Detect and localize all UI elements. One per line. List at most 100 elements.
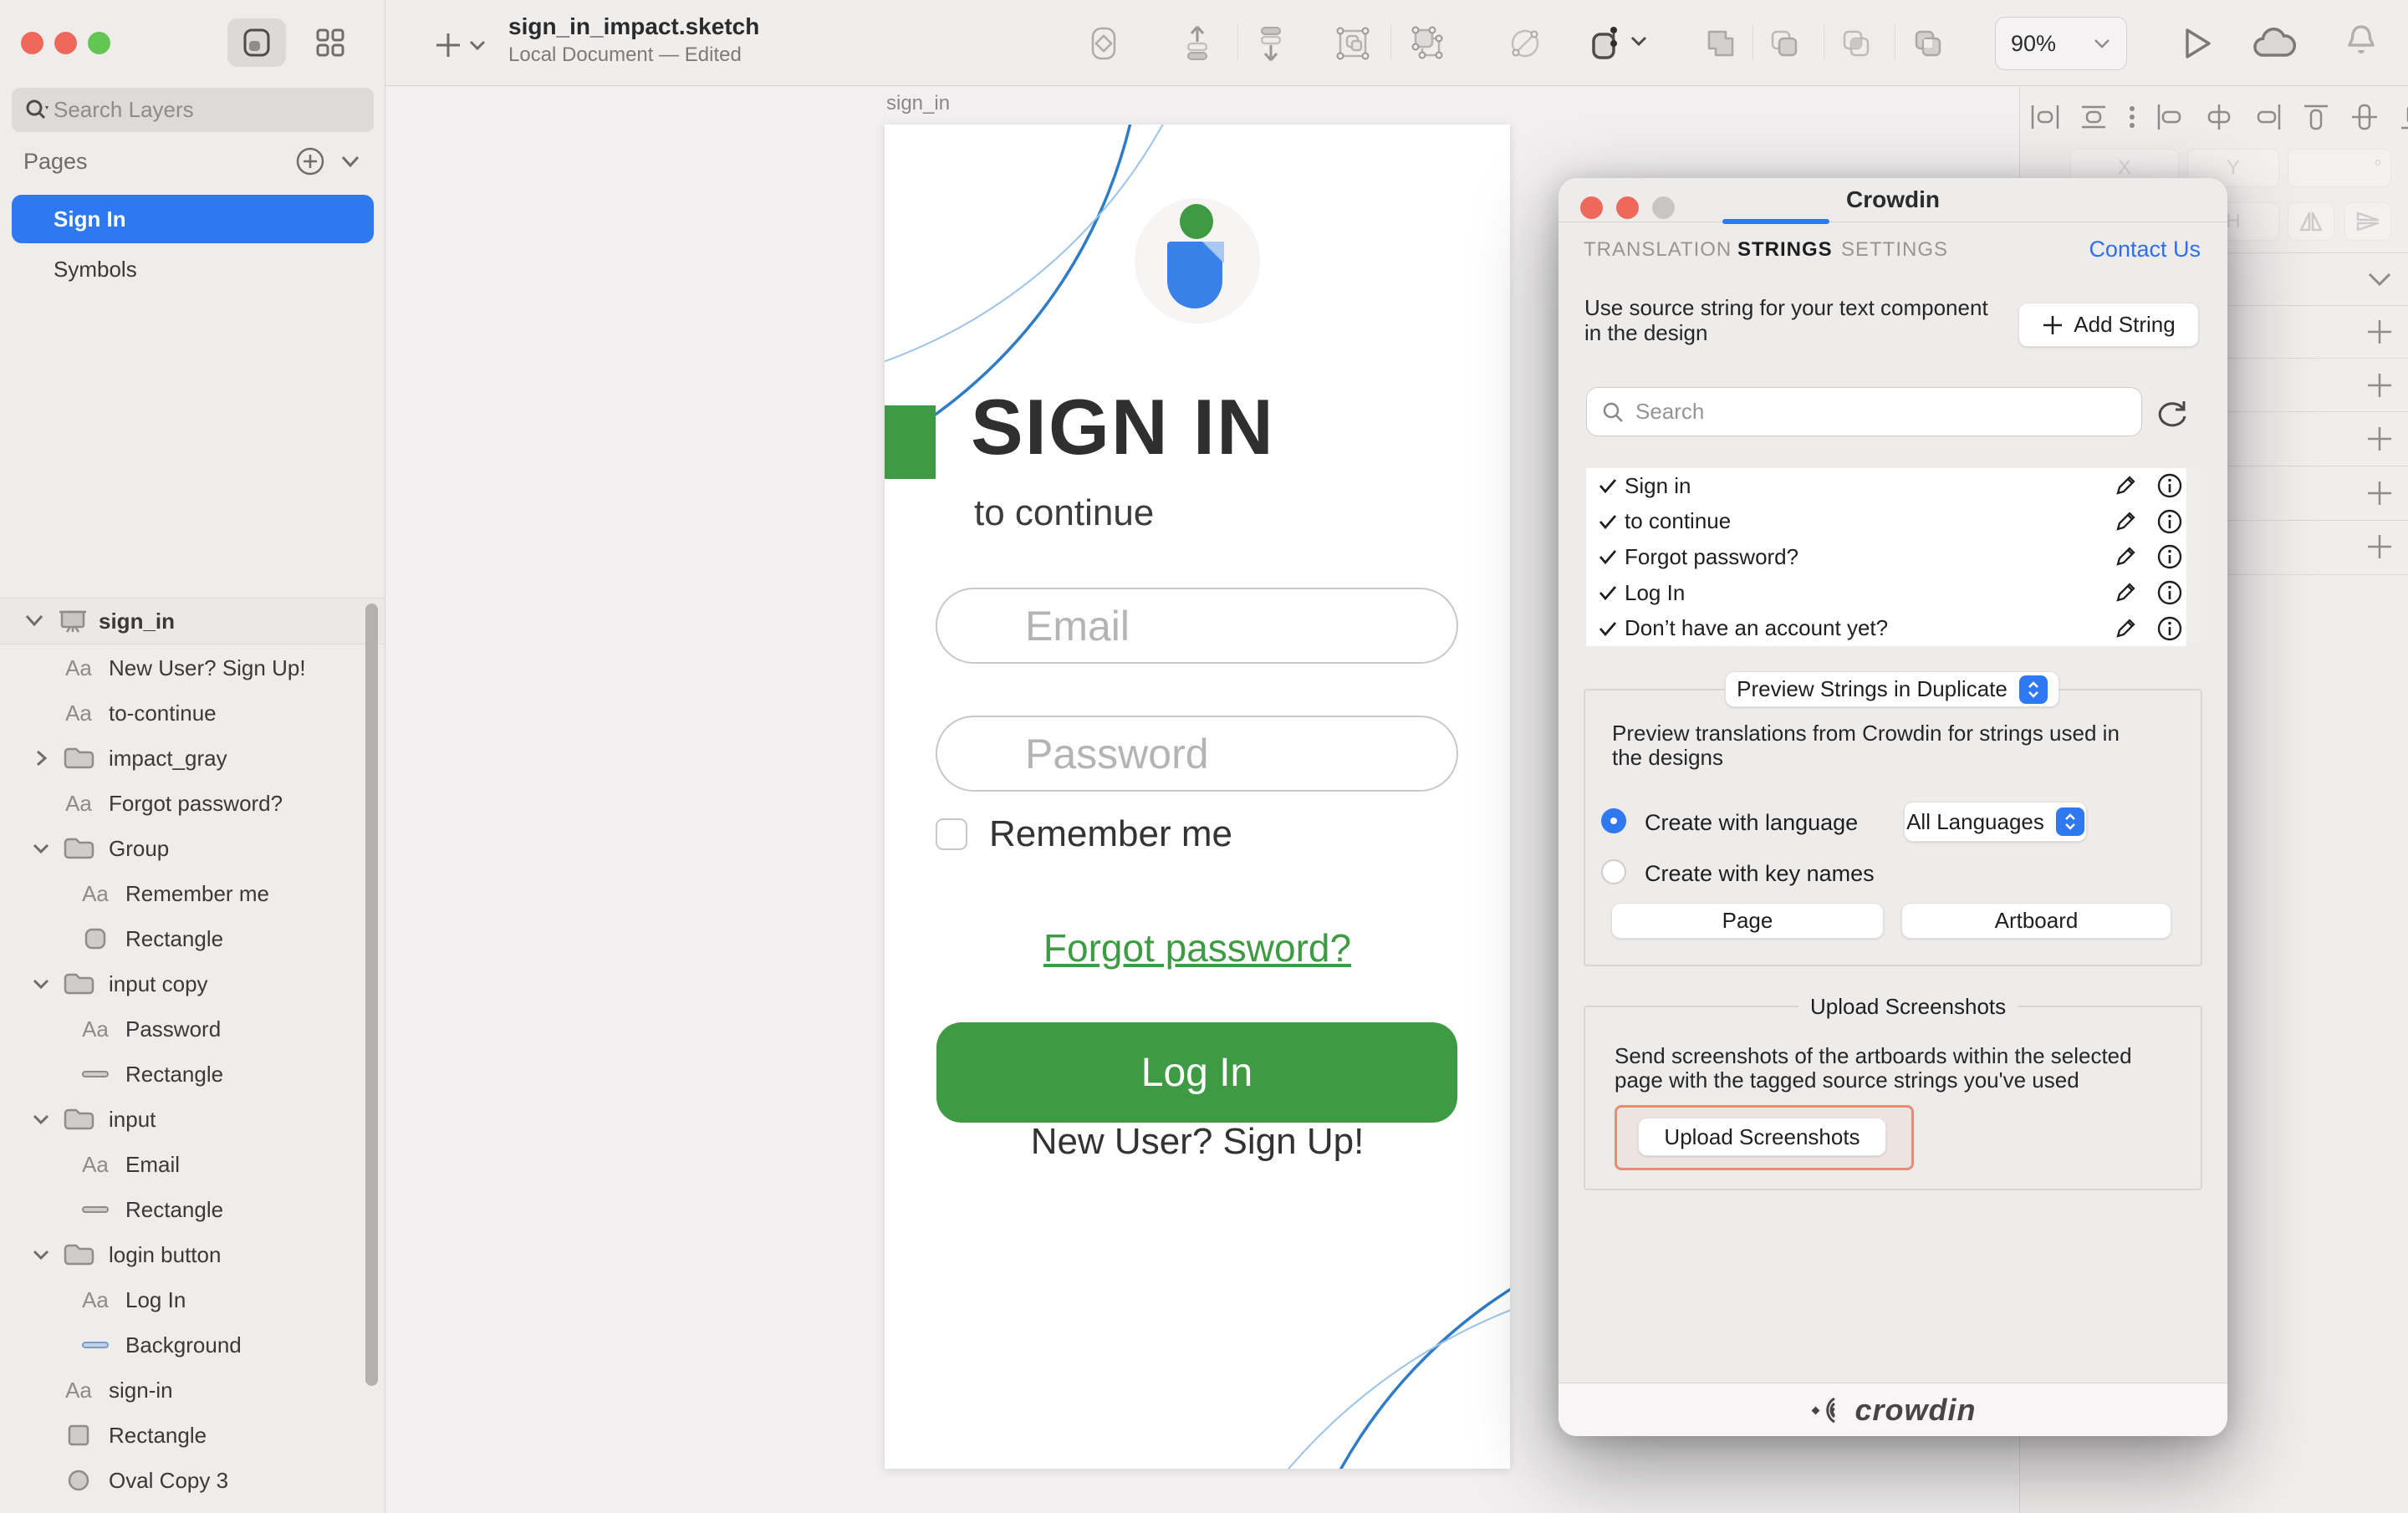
edit-pencil-icon[interactable]: [2113, 616, 2138, 641]
add-fill-button[interactable]: [2365, 370, 2395, 400]
flip-vertical-button[interactable]: [2344, 202, 2391, 241]
align-left-icon[interactable]: [2152, 102, 2189, 132]
layer-search-field[interactable]: [12, 88, 374, 132]
add-shadow-button[interactable]: [2365, 478, 2395, 508]
log-in-button[interactable]: Log In: [936, 1022, 1457, 1123]
boolean-difference-button[interactable]: [1908, 23, 1948, 64]
language-select[interactable]: All Languages: [1904, 802, 2087, 842]
edit-shape-chevron-icon[interactable]: [1629, 33, 1649, 48]
layer-row[interactable]: AaEmail: [0, 1142, 368, 1187]
string-row[interactable]: Forgot password?: [1586, 539, 2201, 575]
layer-row[interactable]: login button: [0, 1232, 368, 1277]
string-row[interactable]: Sign in: [1586, 468, 2201, 504]
align-top-icon[interactable]: [2298, 102, 2334, 132]
collapse-section-chevron-icon[interactable]: [2363, 269, 2396, 291]
page-button[interactable]: Page: [1611, 903, 1884, 939]
group-button[interactable]: [1333, 23, 1373, 64]
create-with-key-names-radio[interactable]: [1601, 859, 1626, 884]
bring-forward-button[interactable]: [1177, 23, 1217, 64]
refresh-icon[interactable]: [2155, 397, 2190, 430]
artboard-title-label[interactable]: sign_in: [886, 92, 950, 115]
artboard-sign-in[interactable]: SIGN IN to continue Remember me Forgot p…: [885, 125, 1510, 1469]
align-middle-vertical-icon[interactable]: [2346, 102, 2383, 132]
contact-us-link[interactable]: Contact Us: [2089, 237, 2201, 262]
boolean-union-button[interactable]: [1701, 23, 1741, 64]
string-search-field[interactable]: [1586, 387, 2142, 436]
string-search-input[interactable]: [1634, 398, 2102, 425]
layer-row[interactable]: input: [0, 1097, 368, 1142]
create-with-language-radio[interactable]: [1601, 808, 1626, 833]
layer-row[interactable]: Oval Copy 3: [0, 1458, 368, 1503]
artboard-button[interactable]: Artboard: [1901, 903, 2171, 939]
crowdin-logo-wordmark[interactable]: crowdin: [1854, 1393, 1976, 1428]
layer-row[interactable]: input copy: [0, 961, 368, 1006]
edit-pencil-icon[interactable]: [2113, 580, 2138, 605]
layer-row[interactable]: Group: [0, 826, 368, 871]
info-icon[interactable]: [2156, 579, 2183, 606]
layer-row[interactable]: impact_gray: [0, 736, 368, 781]
sidebar-page-sign-in[interactable]: Sign In: [12, 195, 374, 243]
layer-row[interactable]: Rectangle: [0, 916, 368, 961]
ungroup-button[interactable]: [1407, 23, 1447, 64]
distribute-vertical-icon[interactable]: [2075, 102, 2112, 132]
tab-settings[interactable]: SETTINGS: [1841, 238, 1948, 262]
rotation-field[interactable]: °: [2288, 149, 2391, 187]
document-title[interactable]: sign_in_impact.sketch: [508, 13, 759, 40]
create-symbol-button[interactable]: [1084, 23, 1124, 64]
add-blur-button[interactable]: [2365, 532, 2395, 562]
password-field[interactable]: [936, 716, 1458, 792]
layer-search-input[interactable]: [52, 96, 328, 124]
collapse-pages-chevron-icon[interactable]: [338, 154, 363, 171]
forgot-password-link[interactable]: Forgot password?: [885, 925, 1510, 970]
string-row[interactable]: Log In: [1586, 575, 2201, 611]
info-icon[interactable]: [2156, 508, 2183, 535]
info-icon[interactable]: [2156, 472, 2183, 499]
layer-row[interactable]: AaForgot password?: [0, 781, 368, 826]
maximize-window-button[interactable]: [88, 32, 110, 54]
edit-pencil-icon[interactable]: [2113, 544, 2138, 569]
flip-horizontal-button[interactable]: [2288, 202, 2334, 241]
align-bottom-icon[interactable]: [2395, 102, 2408, 132]
insert-plus-button[interactable]: [431, 28, 465, 62]
layer-row[interactable]: Rectangle: [0, 1413, 368, 1458]
layer-row[interactable]: Aasign-in: [0, 1368, 368, 1413]
tab-strings[interactable]: STRINGS: [1737, 238, 1833, 262]
layer-row[interactable]: Aato-continue: [0, 690, 368, 736]
sidebar-page-symbols[interactable]: Symbols: [12, 245, 374, 293]
email-field[interactable]: [936, 588, 1458, 664]
add-page-button[interactable]: [294, 145, 326, 177]
add-style-button[interactable]: [2365, 317, 2395, 347]
list-scrollbar-track[interactable]: [2186, 468, 2201, 646]
string-row[interactable]: to continue: [1586, 504, 2201, 540]
edit-pencil-icon[interactable]: [2113, 509, 2138, 534]
boolean-intersect-button[interactable]: [1836, 23, 1876, 64]
chevron-down-icon[interactable]: [23, 613, 45, 629]
rotate-button[interactable]: [1505, 23, 1545, 64]
layer-row[interactable]: Background: [0, 1322, 368, 1368]
send-backward-button[interactable]: [1251, 23, 1291, 64]
align-center-horizontal-icon[interactable]: [2201, 102, 2237, 132]
more-options-icon[interactable]: [2124, 102, 2140, 132]
insert-chevron-icon[interactable]: [467, 37, 488, 53]
edit-shape-button[interactable]: [1585, 23, 1625, 64]
add-string-button[interactable]: Add String: [2018, 303, 2199, 347]
boolean-subtract-button[interactable]: [1764, 23, 1804, 64]
toggle-layer-list-button[interactable]: [227, 18, 286, 67]
sidebar-scrollbar[interactable]: [365, 604, 378, 1386]
notifications-bell-button[interactable]: [2339, 18, 2383, 67]
create-with-key-names-label[interactable]: Create with key names: [1645, 861, 1875, 887]
layer-row[interactable]: Rectangle: [0, 1052, 368, 1097]
minimize-window-button[interactable]: [54, 32, 77, 54]
align-right-icon[interactable]: [2249, 102, 2286, 132]
remember-me-checkbox[interactable]: [936, 818, 967, 850]
layer-row[interactable]: AaNew User? Sign Up!: [0, 645, 368, 690]
layer-row[interactable]: Rectangle: [0, 1187, 368, 1232]
preview-strings-mode-select[interactable]: Preview Strings in Duplicate: [1725, 671, 2059, 707]
artboard-layer-header[interactable]: sign_in: [0, 598, 385, 644]
cloud-share-button[interactable]: [2249, 23, 2299, 64]
layer-row[interactable]: AaLog In: [0, 1277, 368, 1322]
zoom-level-select[interactable]: 90%: [1995, 17, 2127, 70]
toggle-components-view-button[interactable]: [304, 18, 356, 67]
tab-translation[interactable]: TRANSLATION: [1584, 238, 1732, 262]
edit-pencil-icon[interactable]: [2113, 473, 2138, 498]
